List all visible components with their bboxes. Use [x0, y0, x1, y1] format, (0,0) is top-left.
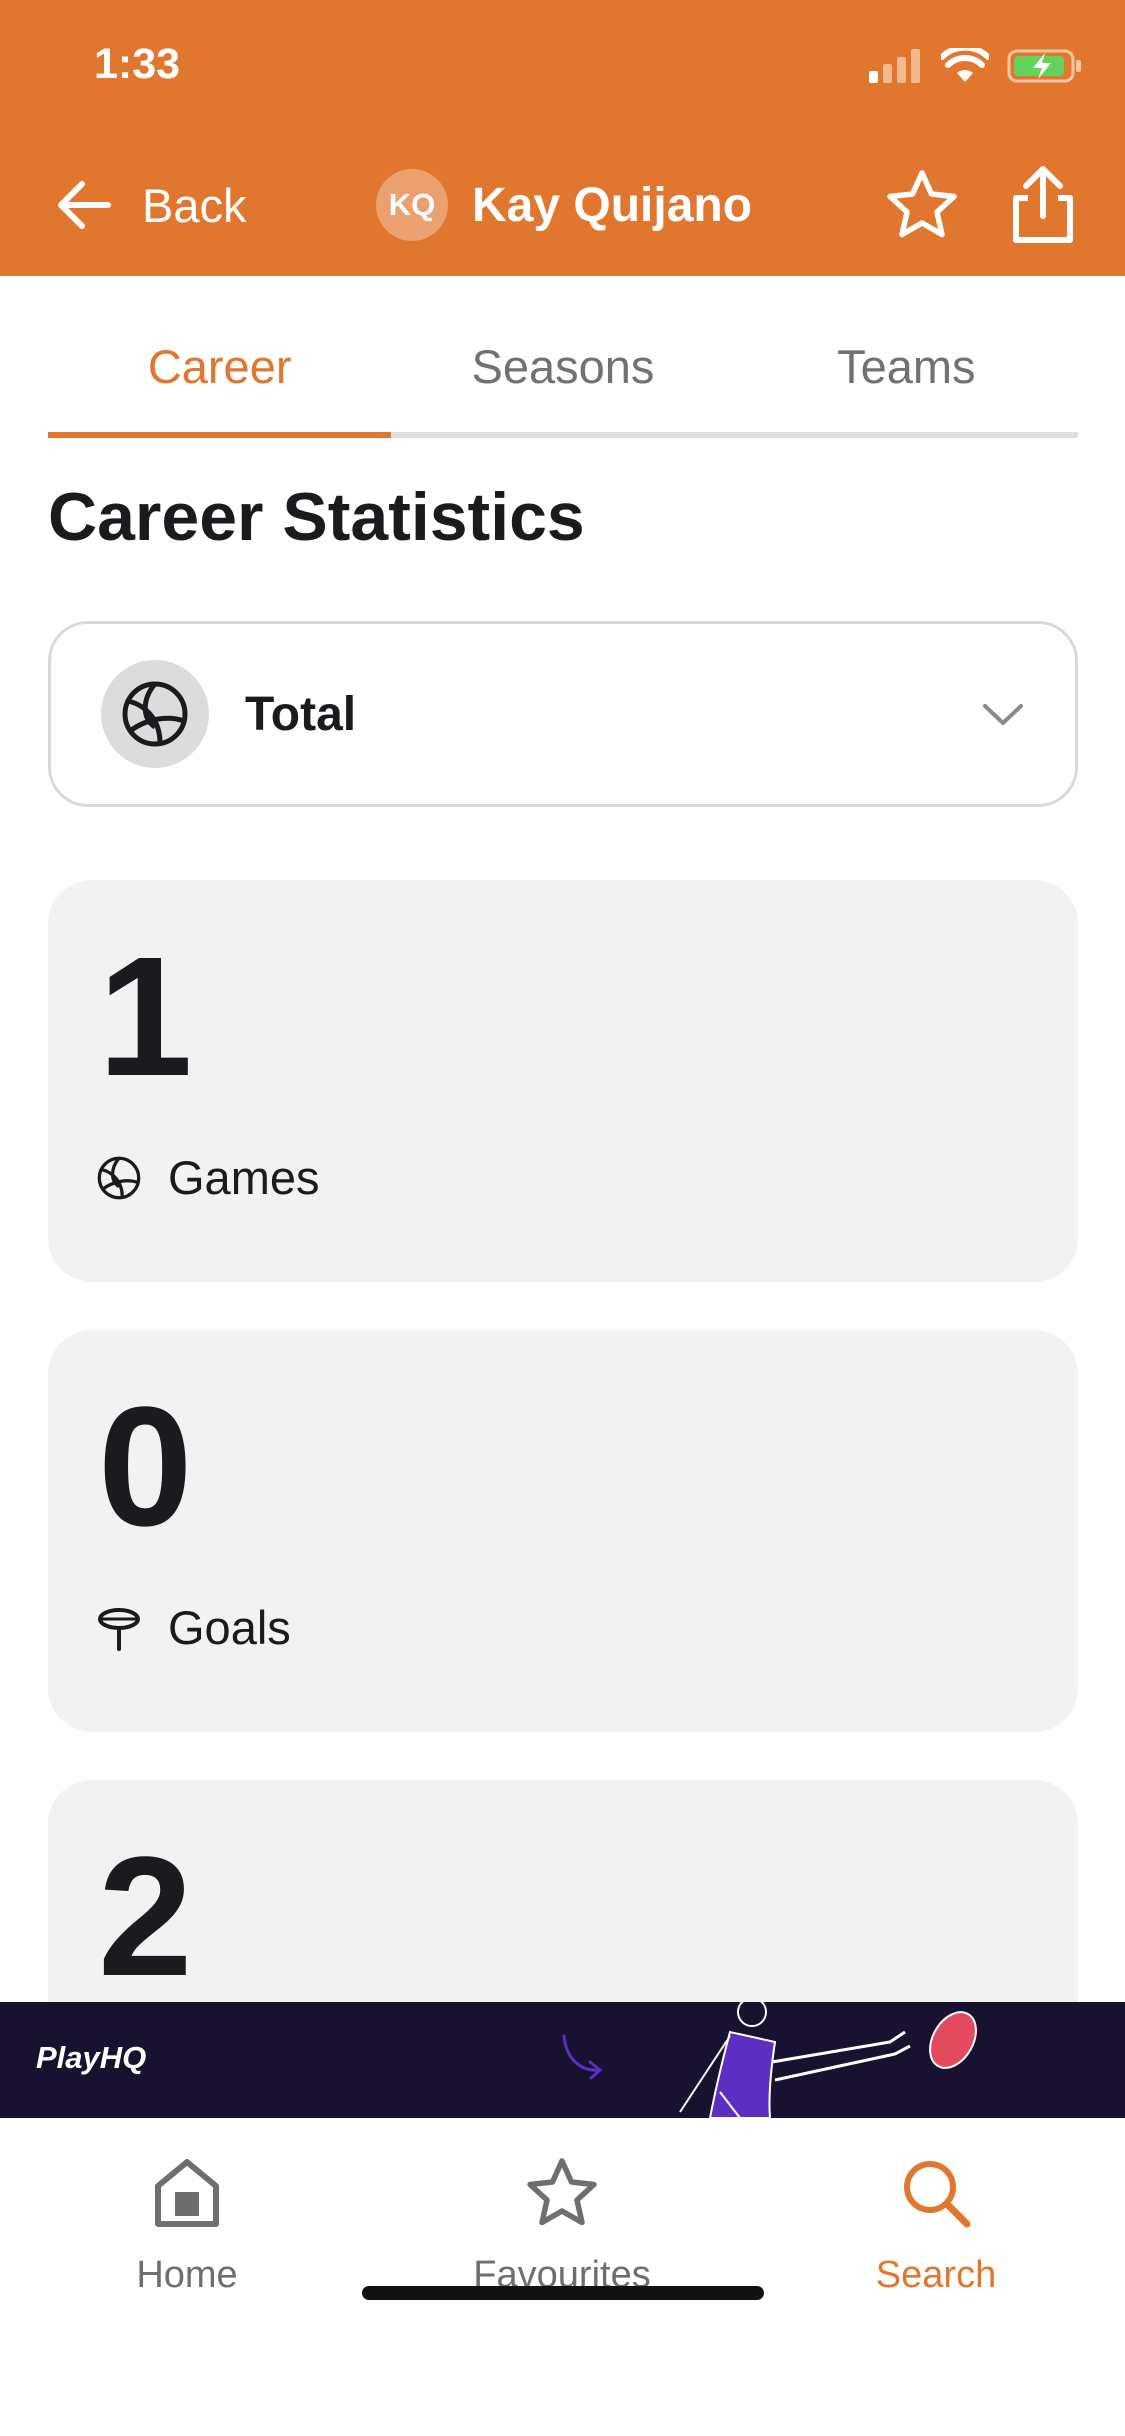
search-icon: [904, 2161, 971, 2228]
tab-bar: Career Seasons Teams: [48, 300, 1078, 438]
status-time: 1:33: [94, 40, 181, 88]
back-button[interactable]: Back: [56, 160, 247, 250]
playhq-logo: PlayHQ: [36, 2040, 147, 2075]
back-arrow-icon: [58, 181, 111, 229]
nav-search-label: Search: [875, 2254, 997, 2296]
app-header: 1:33 Back KQ Kay Quijano: [0, 0, 1125, 276]
netball-icon: [97, 1156, 141, 1199]
favourite-star-button[interactable]: [885, 168, 959, 242]
stat-value: 1: [98, 922, 193, 1112]
stat-card-goals: 0 Goals: [48, 1330, 1078, 1732]
chevron-down-icon: [983, 704, 1023, 725]
home-indicator: [362, 2286, 764, 2300]
filter-selected-value: Total: [245, 687, 357, 741]
stat-card-games: 1 Games: [48, 880, 1078, 1282]
tab-teams[interactable]: Teams: [735, 300, 1078, 432]
player-title: KQ Kay Quijano: [376, 160, 752, 250]
nav-home-label: Home: [136, 2254, 238, 2296]
nav-home[interactable]: Home: [57, 2156, 317, 2297]
share-button[interactable]: [1006, 164, 1080, 246]
cellular-signal-icon: [869, 49, 920, 83]
page-title: Career Statistics: [48, 479, 585, 555]
ad-banner[interactable]: PlayHQ: [0, 2002, 1125, 2118]
stat-label: Games: [168, 1151, 320, 1204]
avatar: KQ: [376, 169, 448, 241]
stat-value: 0: [98, 1372, 193, 1562]
status-icons: [869, 48, 1083, 84]
home-icon: [155, 2159, 219, 2227]
tab-seasons[interactable]: Seasons: [391, 300, 734, 432]
nav-favourites[interactable]: Favourites: [432, 2156, 692, 2297]
stat-label: Goals: [168, 1601, 291, 1654]
battery-charging-icon: [1007, 49, 1081, 83]
bottom-tab-bar: Home Favourites Search: [0, 2118, 1125, 2436]
nav-search[interactable]: Search: [806, 2156, 1066, 2297]
goal-post-icon: [98, 1607, 140, 1651]
football-illustration: [929, 2011, 977, 2069]
star-icon: [527, 2158, 597, 2226]
netball-icon: [101, 660, 209, 768]
curved-arrow-decoration: [562, 2034, 603, 2080]
stats-filter-dropdown[interactable]: Total: [48, 621, 1078, 807]
back-label: Back: [142, 178, 247, 232]
player-name: Kay Quijano: [472, 178, 753, 232]
tab-career[interactable]: Career: [48, 300, 392, 438]
stat-value: 2: [98, 1822, 193, 2012]
wifi-icon: [941, 48, 989, 82]
